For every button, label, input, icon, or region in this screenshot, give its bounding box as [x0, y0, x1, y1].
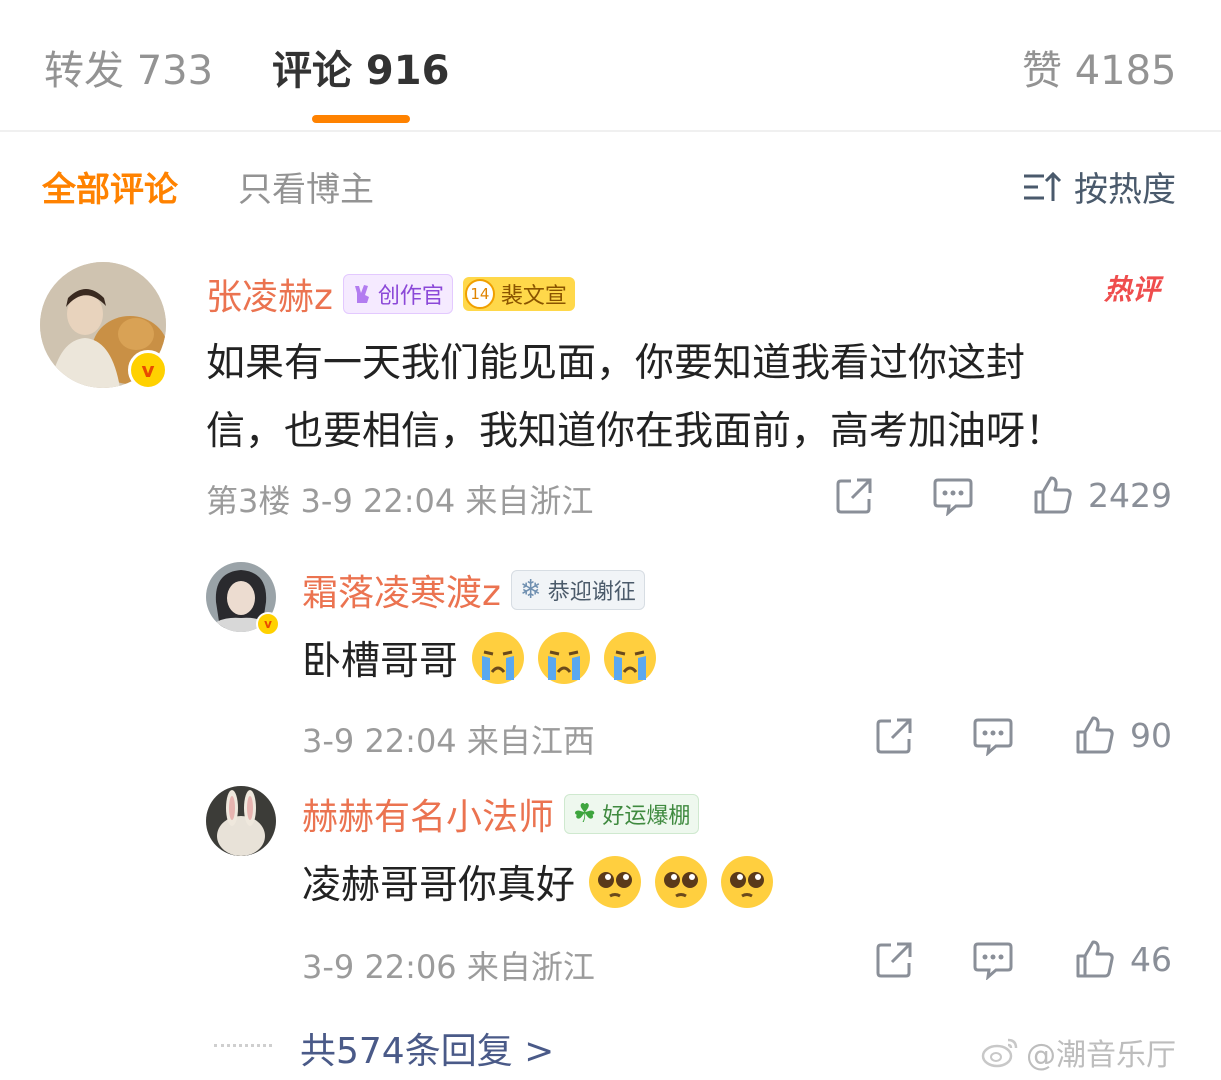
tab-bar: 转发 733 评论 916 赞 4185: [0, 0, 1221, 132]
pleading-face-emoji: [589, 856, 642, 908]
like-button[interactable]: 46: [1074, 938, 1172, 980]
reply-button[interactable]: [972, 940, 1014, 984]
reply-meta: 3-9 22:04 来自江西: [302, 722, 595, 760]
reply-button[interactable]: [932, 476, 974, 520]
like-count: 46: [1130, 939, 1172, 979]
fan-level: 14: [464, 279, 495, 309]
comment-icon: [973, 718, 1013, 757]
username[interactable]: 赫赫有名小法师: [302, 788, 554, 840]
avatar[interactable]: [206, 786, 276, 856]
reply-meta: 3-9 22:06 来自浙江: [302, 948, 595, 986]
view-all-replies-link[interactable]: 共574条回复 >: [300, 1022, 554, 1074]
fan-badge[interactable]: ☘ 好运爆棚: [564, 794, 700, 834]
reply-header: 赫赫有名小法师 ☘ 好运爆棚: [302, 788, 700, 840]
active-tab-indicator: [312, 115, 410, 123]
watermark: @潮音乐厅: [980, 1030, 1176, 1074]
share-icon: [836, 478, 872, 514]
crying-face-emoji: [538, 632, 591, 684]
like-icon: [1076, 716, 1114, 754]
main-comment-header: 张凌赫z 创作官 14 裴文宣: [206, 268, 575, 320]
verified-badge-icon: v: [128, 350, 168, 390]
hot-comment-label: 热评: [1104, 273, 1161, 306]
like-button[interactable]: 2429: [1032, 474, 1172, 516]
tab-like[interactable]: 赞 4185: [1022, 38, 1177, 96]
share-button[interactable]: [874, 940, 914, 984]
creator-badge[interactable]: 创作官: [342, 274, 453, 314]
comment-text-line2: 信，也要相信，我知道你在我面前，高考加油呀！: [206, 409, 1065, 454]
comment-meta: 第3楼 3-9 22:04 来自浙江: [206, 482, 594, 520]
comment-text-line1: 如果有一天我们能见面，你要知道我看过你这封: [206, 341, 1026, 386]
like-icon: [1034, 476, 1072, 514]
username[interactable]: 霜落凌寒渡z: [302, 564, 501, 616]
tab-comment[interactable]: 评论 916: [272, 38, 449, 96]
verified-badge-icon: v: [256, 612, 280, 636]
weibo-logo-icon: [981, 1038, 1018, 1068]
clover-icon: ☘: [573, 799, 597, 829]
share-button[interactable]: [874, 716, 914, 760]
reply-text: 凌赫哥哥你真好: [302, 854, 774, 910]
pleading-face-emoji: [655, 856, 708, 908]
crying-face-emoji: [472, 632, 525, 684]
victory-hand-icon: [354, 285, 369, 303]
filter-author-only[interactable]: 只看博主: [238, 162, 374, 211]
like-count: 2429: [1088, 475, 1172, 515]
tab-repost[interactable]: 转发 733: [44, 38, 213, 96]
username[interactable]: 张凌赫z: [206, 268, 333, 320]
sort-label: 按热度: [1074, 170, 1176, 210]
divider: [214, 1044, 272, 1047]
reply-button[interactable]: [972, 716, 1014, 760]
share-button[interactable]: [834, 476, 874, 520]
comment-icon: [973, 942, 1013, 981]
reply-text: 卧槽哥哥: [302, 630, 657, 686]
fan-badge[interactable]: ❄ 恭迎谢征: [510, 570, 645, 610]
comment-icon: [933, 478, 973, 517]
fan-badge[interactable]: 14 裴文宣: [462, 277, 575, 311]
crying-face-emoji: [604, 632, 657, 684]
like-count: 90: [1130, 715, 1172, 755]
reply-header: 霜落凌寒渡z ❄ 恭迎谢征: [302, 564, 645, 616]
filter-all-comments[interactable]: 全部评论: [42, 162, 178, 211]
like-icon: [1076, 940, 1114, 978]
share-icon: [876, 718, 912, 754]
sort-by-hot-button[interactable]: 按热度: [1022, 162, 1176, 211]
share-icon: [876, 942, 912, 978]
avatar-photo: [206, 786, 276, 856]
like-button[interactable]: 90: [1074, 714, 1172, 756]
sort-icon: [1024, 171, 1062, 201]
pleading-face-emoji: [721, 856, 774, 908]
snowflake-icon: ❄: [519, 575, 542, 605]
